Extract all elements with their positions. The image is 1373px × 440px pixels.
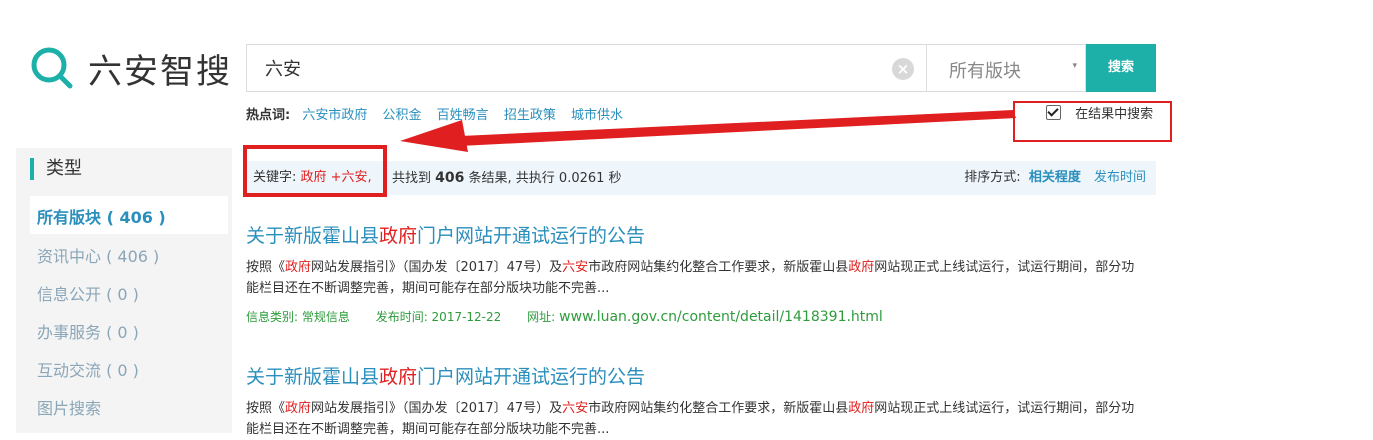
found-suffix: 条结果, 共执行 0.0261 秒: [468, 171, 622, 186]
result-url-label: 网址:: [527, 310, 556, 324]
sidebar-item-all-sections[interactable]: 所有版块 ( 406 ): [37, 204, 166, 228]
snippet-text: 市政府网站集约化整合工作要求，新版霍山县: [588, 260, 849, 275]
result-category: 信息类别: 常规信息: [246, 310, 350, 324]
result-snippet: 按照《政府网站发展指引》（国办发〔2017〕47号）及六安市政府网站集约化整合工…: [246, 398, 1146, 440]
snippet-highlight: 政府: [848, 401, 875, 416]
snippet-highlight: 政府: [848, 260, 875, 275]
result-title-link[interactable]: 关于新版霍山县政府门户网站开通试运行的公告: [246, 362, 645, 389]
result-title-text: 门户网站开通试运行的公告: [417, 366, 646, 388]
snippet-text: 按照《: [246, 401, 286, 416]
snippet-text: 网站发展指引》（国办发〔2017〕47号）及: [311, 401, 563, 416]
hot-word-link[interactable]: 六安市政府: [302, 108, 367, 123]
search-box: ×: [246, 44, 927, 92]
result-date: 发布时间: 2017-12-22: [375, 310, 502, 324]
annotation-arrow-icon: [400, 110, 1016, 152]
result-title-text: 门户网站开通试运行的公告: [417, 225, 646, 247]
sort-options: 排序方式: 相关程度 发布时间: [964, 161, 1146, 195]
sidebar-item-services[interactable]: 办事服务 ( 0 ): [37, 319, 139, 343]
result-title-text: 关于新版霍山县: [246, 366, 380, 388]
annotation-box-keywords: [243, 145, 387, 197]
clear-search-icon[interactable]: ×: [892, 58, 914, 80]
result-url-link[interactable]: www.luan.gov.cn/content/detail/1418391.h…: [559, 309, 883, 325]
sidebar-item-info-disclosure[interactable]: 信息公开 ( 0 ): [37, 281, 139, 305]
sidebar-item-news-center[interactable]: 资讯中心 ( 406 ): [37, 243, 159, 267]
result-title-highlight: 政府: [379, 225, 418, 247]
sort-label: 排序方式:: [964, 170, 1021, 185]
sidebar: 类型 所有版块 ( 406 ) 资讯中心 ( 406 ) 信息公开 ( 0 ) …: [16, 148, 232, 433]
result-meta: 信息类别: 常规信息 发布时间: 2017-12-22 网址: www.luan.…: [246, 308, 905, 325]
scope-selected-value: 所有版块: [949, 61, 1021, 82]
snippet-text: 网站发展指引》（国办发〔2017〕47号）及: [311, 260, 563, 275]
site-logo-text[interactable]: 六安智搜: [88, 44, 232, 93]
snippet-highlight: 政府: [285, 260, 312, 275]
hot-words-label: 热点词:: [246, 108, 291, 123]
annotation-box-search-within: [1013, 101, 1172, 142]
result-snippet: 按照《政府网站发展指引》（国办发〔2017〕47号）及六安市政府网站集约化整合工…: [246, 257, 1146, 299]
results-count: 406: [435, 170, 465, 186]
sort-by-relevance[interactable]: 相关程度: [1029, 170, 1081, 185]
sort-by-publish-time[interactable]: 发布时间: [1094, 170, 1146, 185]
sidebar-item-interaction[interactable]: 互动交流 ( 0 ): [37, 357, 139, 381]
search-magnifier-logo-icon: [31, 47, 73, 89]
result-title-text: 关于新版霍山县: [246, 225, 380, 247]
snippet-text: 按照《: [246, 260, 286, 275]
snippet-highlight: 六安: [562, 401, 589, 416]
result-title-highlight: 政府: [379, 366, 418, 388]
result-title-link[interactable]: 关于新版霍山县政府门户网站开通试运行的公告: [246, 221, 645, 248]
snippet-highlight: 六安: [562, 260, 589, 275]
found-prefix: 共找到: [392, 171, 432, 186]
results-summary: 共找到 406 条结果, 共执行 0.0261 秒: [392, 161, 622, 196]
snippet-text: 市政府网站集约化整合工作要求，新版霍山县: [588, 401, 849, 416]
scope-select[interactable]: 所有版块 ▾: [927, 44, 1086, 92]
search-button[interactable]: 搜索: [1086, 44, 1156, 92]
sidebar-item-image-search[interactable]: 图片搜索: [37, 395, 101, 419]
snippet-highlight: 政府: [285, 401, 312, 416]
chevron-down-icon: ▾: [1072, 61, 1077, 71]
sidebar-title: 类型: [30, 158, 82, 180]
search-input[interactable]: [247, 45, 887, 91]
